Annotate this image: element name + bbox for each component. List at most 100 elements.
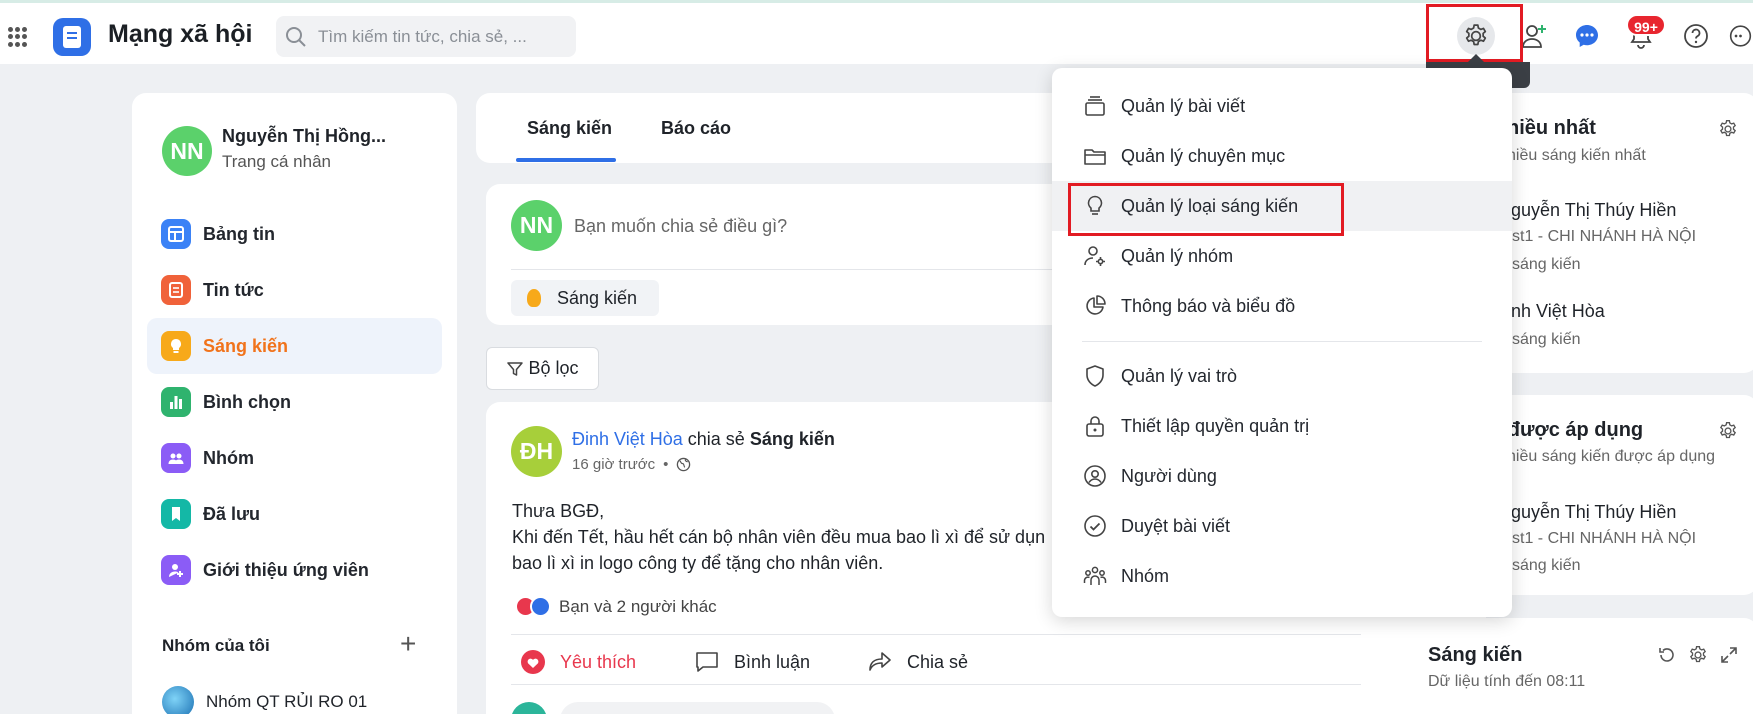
heart-icon <box>521 650 545 674</box>
filter-label: Bộ lọc <box>528 358 579 378</box>
check-circle-icon <box>1084 515 1106 537</box>
group-avatar <box>162 686 194 714</box>
app-logo[interactable] <box>53 18 91 56</box>
sidebar-item-label: Tin tức <box>203 279 264 300</box>
people-group-icon <box>1083 566 1107 585</box>
menu-item-approve-posts[interactable]: Duyệt bài viết <box>1052 501 1512 551</box>
reaction-text: Bạn và 2 người khác <box>559 596 717 616</box>
initiative-chip-button[interactable]: Sáng kiến <box>511 280 659 316</box>
user-circle-icon <box>1084 465 1106 487</box>
menu-item-manage-posts[interactable]: Quản lý bài viết <box>1052 81 1512 131</box>
lightbulb-icon <box>161 331 191 361</box>
menu-item-label: Thông báo và biểu đồ <box>1121 295 1296 316</box>
menu-item-label: Quản lý vai trò <box>1121 365 1238 386</box>
refresh-icon[interactable] <box>1657 645 1677 665</box>
group-list-item[interactable]: Nhóm QT RỦI RO 01 <box>162 686 367 714</box>
reaction-summary[interactable]: Bạn và 2 người khác <box>515 596 717 617</box>
search-box[interactable] <box>276 16 576 57</box>
app-grid-icon[interactable] <box>8 27 28 47</box>
post-time: 16 giờ trước <box>572 456 656 473</box>
menu-item-label: Duyệt bài viết <box>1121 515 1231 536</box>
lock-icon <box>1086 416 1104 437</box>
sidebar-item-saved[interactable]: Đã lưu <box>147 486 442 542</box>
comment-label: Bình luận <box>734 651 811 672</box>
post-body-line: Khi đến Tết, hầu hết cán bộ nhân viên đề… <box>512 527 1046 547</box>
composer-avatar: NN <box>511 200 562 251</box>
add-user-icon <box>1522 25 1546 48</box>
sidebar-item-polls[interactable]: Bình chọn <box>147 374 442 430</box>
sidebar-item-referral[interactable]: Giới thiệu ứng viên <box>147 542 442 598</box>
contributor-branch: st1 - CHI NHÁNH HÀ NỘI <box>1512 530 1697 547</box>
menu-item-users[interactable]: Người dùng <box>1052 451 1512 501</box>
card-settings-icon[interactable] <box>1718 119 1738 139</box>
filter-button[interactable]: Bộ lọc <box>486 347 599 390</box>
menu-item-notifications-charts[interactable]: Thông báo và biểu đồ <box>1052 281 1512 331</box>
sidebar-item-groups[interactable]: Nhóm <box>147 430 442 486</box>
post-category[interactable]: Sáng kiến <box>750 429 835 449</box>
share-button[interactable]: Chia sẻ <box>867 650 968 674</box>
chat-bubble-icon <box>1576 25 1598 47</box>
tab-initiatives[interactable]: Sáng kiến <box>527 118 612 139</box>
menu-item-manage-roles[interactable]: Quản lý vai trò <box>1052 351 1512 401</box>
contributor-name[interactable]: guyễn Thị Thúy Hiền <box>1511 502 1676 523</box>
menu-item-admin-permissions[interactable]: Thiết lập quyền quản trị <box>1052 401 1512 451</box>
sidebar-item-newsfeed[interactable]: Bảng tin <box>147 206 442 262</box>
post-author-avatar[interactable]: ĐH <box>511 426 562 477</box>
messenger-button[interactable] <box>1568 17 1606 55</box>
card-settings-icon[interactable] <box>1718 421 1738 441</box>
search-input[interactable] <box>318 16 568 57</box>
contributor-name[interactable]: nh Việt Hòa <box>1511 301 1605 322</box>
plus-icon: + <box>400 628 417 659</box>
menu-item-manage-categories[interactable]: Quản lý chuyên mục <box>1052 131 1512 181</box>
post-body-line: bao lì xì in logo công ty để tặng cho nh… <box>512 553 884 573</box>
contributor-name[interactable]: guyễn Thị Thúy Hiền <box>1511 200 1676 221</box>
like-button[interactable]: Yêu thích <box>520 650 636 674</box>
news-icon <box>161 275 191 305</box>
actions-divider-top <box>511 634 1361 635</box>
more-button[interactable] <box>1728 17 1753 55</box>
group-icon <box>161 443 191 473</box>
card-settings-icon[interactable] <box>1688 645 1708 665</box>
profile-name[interactable]: Nguyễn Thị Hồng... <box>222 126 386 147</box>
referral-icon <box>161 555 191 585</box>
actions-divider-bottom <box>511 684 1361 685</box>
post-shared-text: chia sẻ <box>687 429 745 449</box>
globe-icon <box>677 457 691 472</box>
add-group-button[interactable]: + <box>400 630 416 658</box>
profile-avatar[interactable]: NN <box>162 126 212 176</box>
post-body-line: Thưa BGĐ, <box>512 501 605 521</box>
menu-item-groups[interactable]: Nhóm <box>1052 551 1512 601</box>
menu-item-label: Nhóm <box>1121 565 1170 586</box>
menu-separator <box>1082 341 1482 342</box>
composer-input[interactable]: Bạn muốn chia sẻ điều gì? <box>574 216 787 237</box>
post-header: Đinh Việt Hòa chia sẻ Sáng kiến <box>572 429 835 450</box>
contributor-count: sáng kiến <box>1512 331 1581 348</box>
pie-chart-icon <box>1086 295 1106 315</box>
notification-badge: 99+ <box>1626 14 1666 36</box>
sidebar-item-news[interactable]: Tin tức <box>147 262 442 318</box>
sidebar-item-label: Bảng tin <box>203 223 275 244</box>
expand-icon[interactable] <box>1719 645 1739 665</box>
shield-icon <box>1086 365 1104 387</box>
menu-item-label: Thiết lập quyền quản trị <box>1121 415 1310 436</box>
menu-item-manage-groups[interactable]: Quản lý nhóm <box>1052 231 1512 281</box>
post-body: Thưa BGĐ, Khi đến Tết, hầu hết cán bộ nh… <box>512 498 1052 576</box>
comment-button[interactable]: Bình luận <box>694 650 810 674</box>
sidebar-item-label: Sáng kiến <box>203 335 289 356</box>
filter-icon <box>507 361 524 376</box>
share-label: Chia sẻ <box>907 651 969 672</box>
comment-input[interactable] <box>560 702 835 714</box>
sidebar-item-initiatives[interactable]: Sáng kiến <box>147 318 442 374</box>
initiative-stats-subtitle: Dữ liệu tính đến 08:11 <box>1428 673 1586 690</box>
menu-item-label: Quản lý chuyên mục <box>1121 145 1286 166</box>
initiative-stats-title: Sáng kiến <box>1428 644 1523 666</box>
contributor-branch: st1 - CHI NHÁNH HÀ NỘI <box>1512 228 1697 245</box>
menu-item-label: Người dùng <box>1121 465 1217 486</box>
post-author-link[interactable]: Đinh Việt Hòa <box>572 429 683 449</box>
lightbulb-icon <box>527 289 541 307</box>
menu-item-label: Quản lý nhóm <box>1121 245 1234 266</box>
tab-reports[interactable]: Báo cáo <box>661 118 731 139</box>
profile-subtitle[interactable]: Trang cá nhân <box>222 152 331 172</box>
help-button[interactable] <box>1677 17 1715 55</box>
applied-initiatives-title: n được áp dụng <box>1490 419 1644 441</box>
